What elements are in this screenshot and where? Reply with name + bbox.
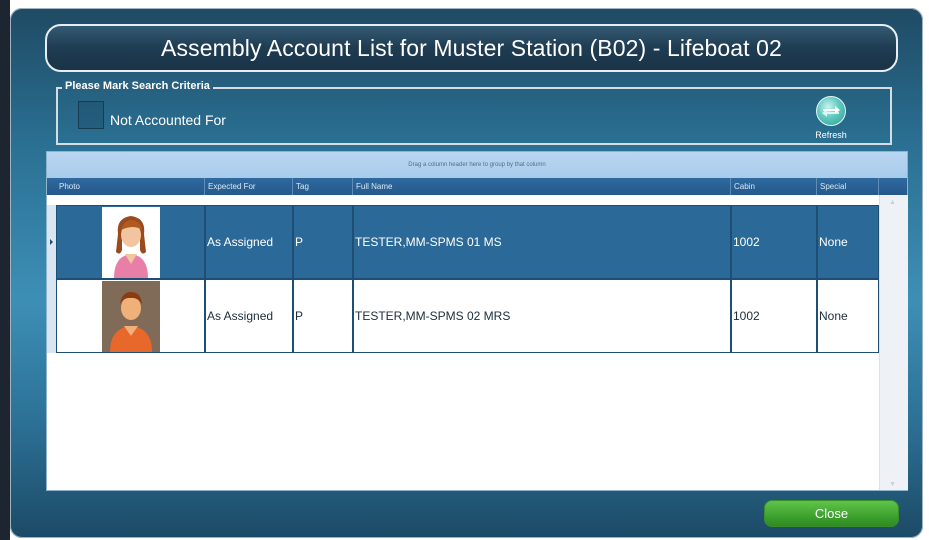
- refresh-label: Refresh: [815, 130, 847, 140]
- female-avatar-icon: [101, 206, 160, 278]
- assembly-account-dialog: Assembly Account List for Muster Station…: [10, 8, 923, 538]
- full-name-cell[interactable]: TESTER,MM-SPMS 02 MRS: [353, 279, 731, 353]
- grid-header: Photo Expected For Tag Full Name Cabin S…: [47, 178, 907, 195]
- column-header-full-name[interactable]: Full Name: [353, 178, 731, 195]
- column-header-expected-for[interactable]: Expected For: [205, 178, 293, 195]
- full-name-cell[interactable]: TESTER,MM-SPMS 01 MS: [353, 205, 731, 279]
- dialog-title-bar: Assembly Account List for Muster Station…: [45, 24, 898, 72]
- group-by-panel[interactable]: Drag a column header here to group by th…: [47, 152, 907, 178]
- close-button[interactable]: Close: [764, 500, 899, 527]
- male-avatar-icon: [101, 280, 160, 352]
- cabin-cell[interactable]: 1002: [731, 205, 817, 279]
- photo-cell[interactable]: [56, 279, 205, 353]
- column-header-special[interactable]: Special: [817, 178, 879, 195]
- column-header-photo[interactable]: Photo: [56, 178, 205, 195]
- column-header-tag[interactable]: Tag: [293, 178, 353, 195]
- column-header-cabin[interactable]: Cabin: [731, 178, 817, 195]
- refresh-button[interactable]: Refresh: [803, 96, 859, 144]
- expected-for-cell[interactable]: As Assigned: [205, 205, 293, 279]
- group-by-hint: Drag a column header here to group by th…: [408, 162, 546, 168]
- assembly-grid: Drag a column header here to group by th…: [46, 151, 908, 491]
- table-row[interactable]: As Assigned P TESTER,MM-SPMS 01 MS 1002 …: [47, 205, 879, 279]
- background-strip: [0, 0, 10, 540]
- row-indicator: [47, 279, 56, 353]
- special-cell[interactable]: None: [817, 205, 879, 279]
- tag-cell[interactable]: P: [293, 279, 353, 353]
- photo-cell[interactable]: [56, 205, 205, 279]
- tag-cell[interactable]: P: [293, 205, 353, 279]
- scroll-up-icon[interactable]: ▲: [889, 199, 896, 206]
- dialog-title: Assembly Account List for Muster Station…: [161, 34, 782, 61]
- scroll-down-icon[interactable]: ▼: [889, 481, 896, 488]
- special-cell[interactable]: None: [817, 279, 879, 353]
- vertical-scrollbar[interactable]: ▲ ▼: [879, 195, 908, 490]
- expected-for-cell[interactable]: As Assigned: [205, 279, 293, 353]
- row-indicator: [47, 205, 56, 279]
- table-row[interactable]: As Assigned P TESTER,MM-SPMS 02 MRS 1002…: [47, 279, 879, 353]
- refresh-icon: [816, 96, 846, 126]
- not-accounted-for-checkbox[interactable]: [78, 101, 104, 129]
- not-accounted-for-label[interactable]: Not Accounted For: [110, 112, 226, 128]
- search-criteria-legend: Please Mark Search Criteria: [62, 80, 213, 92]
- cabin-cell[interactable]: 1002: [731, 279, 817, 353]
